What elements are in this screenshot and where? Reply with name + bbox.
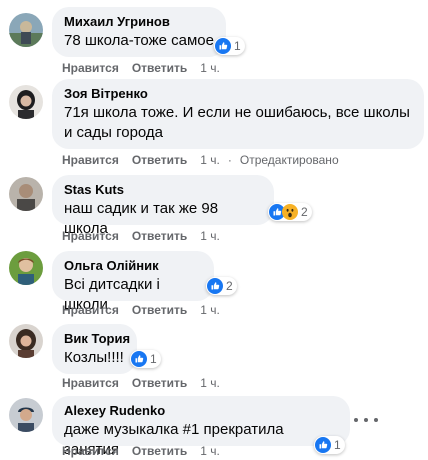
comment-actions: Нравится Ответить 1 ч. [62, 303, 228, 317]
avatar[interactable] [9, 251, 43, 285]
like-button[interactable]: Нравится [62, 303, 119, 317]
comment-actions: Нравится Ответить 1 ч. [62, 229, 228, 243]
avatar[interactable] [9, 85, 43, 119]
separator-dot: · [227, 153, 232, 167]
avatar[interactable] [9, 398, 43, 432]
reaction-summary[interactable]: 1 [214, 37, 245, 55]
avatar[interactable] [9, 13, 43, 47]
comment-bubble: Alexey Rudenko даже музыкалка #1 прекрат… [52, 396, 350, 458]
like-icon [207, 278, 223, 294]
comment-time[interactable]: 1 ч. [200, 61, 220, 75]
reply-button[interactable]: Ответить [132, 61, 187, 75]
reaction-count: 1 [234, 39, 241, 53]
wow-icon [282, 204, 298, 220]
reaction-summary[interactable]: 2 [268, 203, 312, 221]
comment-time[interactable]: 1 ч. [200, 153, 220, 167]
like-icon [131, 351, 147, 367]
comment-bubble: Stas Kuts наш садик и так же 98 школа [52, 175, 274, 237]
comment-text: 78 школа-тоже самое [64, 32, 214, 49]
comment-bubble: Ольга Олійник Всі дитсадки і школи [52, 251, 214, 313]
comment-actions: Нравится Ответить 1 ч. [62, 444, 228, 458]
comment-bubble: Михаил Угринов 78 школа-тоже самое [52, 7, 226, 57]
reaction-summary[interactable]: 2 [206, 277, 237, 295]
like-button[interactable]: Нравится [62, 229, 119, 243]
more-dot [354, 418, 358, 422]
like-button[interactable]: Нравится [62, 376, 119, 390]
like-button[interactable]: Нравится [62, 153, 119, 167]
reply-button[interactable]: Ответить [132, 153, 187, 167]
edited-label[interactable]: Отредактировано [240, 153, 339, 167]
more-options-icon[interactable] [354, 413, 378, 427]
comment-author[interactable]: Ольга Олійник [64, 258, 202, 274]
reaction-count: 1 [334, 438, 341, 452]
comment-bubble: Зоя Вітренко 71я школа тоже. И если не о… [52, 79, 424, 149]
comment-time[interactable]: 1 ч. [200, 444, 220, 458]
reply-button[interactable]: Ответить [132, 444, 187, 458]
comment-text: Козлы!!!! [64, 349, 124, 366]
comment-author[interactable]: Вик Тория [64, 331, 130, 347]
reply-button[interactable]: Ответить [132, 229, 187, 243]
comment-author[interactable]: Stas Kuts [64, 182, 262, 198]
comment-text: 71я школа тоже. И если не ошибаюсь, все … [64, 104, 410, 141]
reaction-summary[interactable]: 1 [314, 436, 345, 454]
comment-time[interactable]: 1 ч. [200, 303, 220, 317]
comment-time[interactable]: 1 ч. [200, 229, 220, 243]
comment-bubble: Вик Тория Козлы!!!! [52, 324, 137, 374]
reaction-count: 2 [301, 205, 308, 219]
reply-button[interactable]: Ответить [132, 376, 187, 390]
comment-actions: Нравится Ответить 1 ч. [62, 376, 228, 390]
avatar[interactable] [9, 324, 43, 358]
reaction-count: 2 [226, 279, 233, 293]
comment-time[interactable]: 1 ч. [200, 376, 220, 390]
like-icon [315, 437, 331, 453]
comment-actions: Нравится Ответить 1 ч. [62, 61, 228, 75]
reaction-count: 1 [150, 352, 157, 366]
like-button[interactable]: Нравится [62, 61, 119, 75]
reply-button[interactable]: Ответить [132, 303, 187, 317]
more-dot [374, 418, 378, 422]
comment-actions: Нравится Ответить 1 ч. · Отредактировано [62, 153, 339, 167]
comment-author[interactable]: Зоя Вітренко [64, 86, 412, 102]
reaction-summary[interactable]: 1 [130, 350, 161, 368]
comment-author[interactable]: Alexey Rudenko [64, 403, 338, 419]
avatar[interactable] [9, 177, 43, 211]
comment-author[interactable]: Михаил Угринов [64, 14, 214, 30]
more-dot [364, 418, 368, 422]
like-icon [215, 38, 231, 54]
like-button[interactable]: Нравится [62, 444, 119, 458]
